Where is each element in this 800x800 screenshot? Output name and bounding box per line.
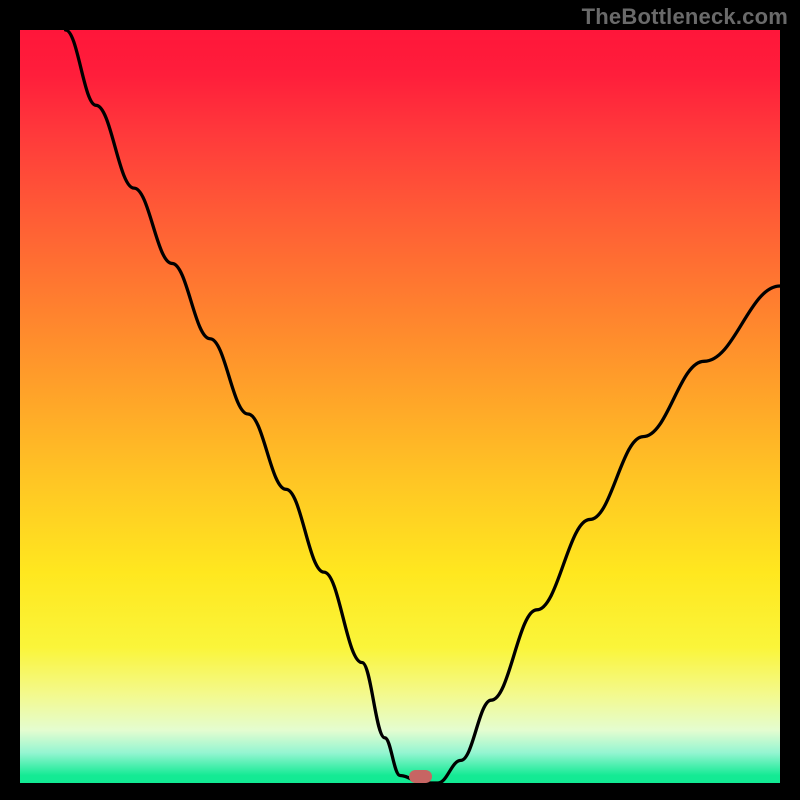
chart-frame: TheBottleneck.com (0, 0, 800, 800)
bottleneck-curve (20, 30, 780, 783)
watermark-text: TheBottleneck.com (582, 4, 788, 30)
plot-area (20, 30, 780, 783)
optimum-marker (409, 770, 432, 783)
